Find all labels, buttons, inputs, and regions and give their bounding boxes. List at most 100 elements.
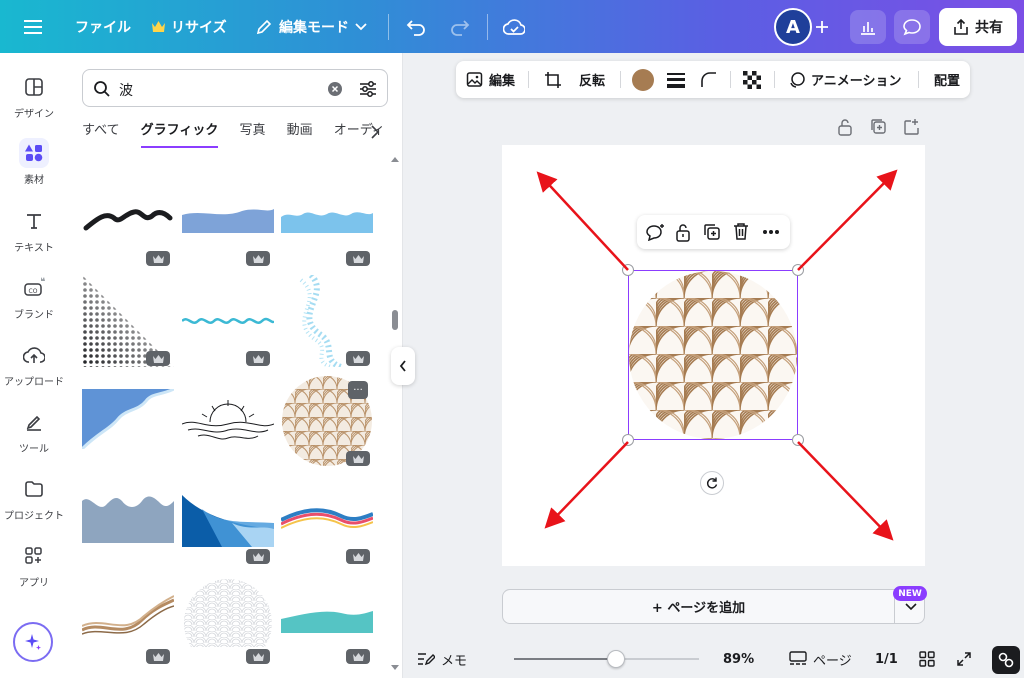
comments-button[interactable] [894,10,930,44]
edit-label: 編集 [489,74,516,89]
redo-button[interactable] [450,0,470,53]
rail-item-brand[interactable]: CO ブランド [0,274,68,321]
rail-item-apps[interactable]: アプリ [0,542,68,589]
link-icon [998,652,1014,668]
share-button[interactable]: 共有 [939,8,1017,46]
graphic-diagonal-blue-wave[interactable] [82,389,174,449]
pages-view-button[interactable]: ページ [789,640,852,678]
graphic-seigaiha-circle[interactable] [182,577,274,647]
elements-icon [25,144,43,162]
fullscreen-button[interactable] [956,640,972,678]
zoom-percent[interactable]: 89% [723,640,754,678]
cloud-save-button[interactable] [503,0,525,53]
bar-chart-icon [861,22,875,35]
animate-button[interactable]: アニメーション [788,61,901,98]
position-button[interactable]: 配置 [934,61,960,98]
file-menu[interactable]: ファイル [75,0,131,53]
avatar[interactable]: A [774,8,812,46]
crown-icon [252,552,264,561]
edit-mode-dropdown[interactable]: 編集モード [255,0,367,53]
tab-photos[interactable]: 写真 [240,119,266,146]
pages-label: ページ [813,653,852,669]
clear-icon[interactable] [327,81,343,97]
crop-icon [545,71,561,88]
graphic-layered-blue-wave[interactable] [182,495,274,547]
rail-item-projects[interactable]: プロジェクト [0,475,68,522]
help-button[interactable] [992,646,1020,674]
filter-icon[interactable] [358,79,378,99]
graphic-colorful-wave-ribbon[interactable] [281,500,373,536]
tab-all[interactable]: すべて [82,119,120,146]
arrow-bottom-left [544,441,629,529]
magic-assistant-button[interactable] [13,622,53,662]
panel-scrollbar[interactable] [392,310,398,330]
add-page-icon[interactable] [903,118,919,136]
search-box[interactable]: 波 [82,69,388,107]
arrow-bottom-right [797,441,894,541]
search-icon [94,81,110,97]
duplicate-page-icon[interactable] [870,118,886,136]
divider [918,71,919,88]
resize-button[interactable]: リサイズ [152,0,227,53]
graphic-blue-wave-band[interactable] [182,205,274,235]
scroll-up-icon[interactable] [390,155,400,163]
rail-item-elements[interactable]: 素材 [0,138,68,186]
menu-button[interactable] [24,0,42,53]
insights-button[interactable] [850,10,886,44]
undo-button[interactable] [406,0,426,53]
more-options-icon[interactable]: ··· [348,381,368,399]
graphic-water-wave[interactable] [281,205,373,235]
rail-label: プロジェクト [4,511,64,522]
tab-videos[interactable]: 動画 [287,119,313,146]
graphic-scallop-wave[interactable] [82,495,174,543]
chevron-left-icon [399,360,406,372]
rail-label: ブランド [14,310,54,321]
redo-icon [451,19,470,36]
scroll-down-icon[interactable] [390,664,400,672]
resize-label: リサイズ [171,19,227,36]
rail-item-design[interactable]: デザイン [0,73,68,120]
graphic-teal-wave-band[interactable] [281,605,373,635]
grid-view-button[interactable] [919,640,935,678]
transparency-button[interactable] [743,61,761,98]
pencil-icon [256,19,272,34]
search-input[interactable]: 波 [119,80,133,100]
corner-rounding-button[interactable] [700,61,718,98]
add-page-button[interactable]: + ページを追加 [503,590,894,623]
crown-icon [352,454,364,463]
collapse-panel-button[interactable] [391,347,415,385]
graphic-brush-wave[interactable] [82,198,174,238]
graphic-sunrise-sea-line[interactable] [182,398,274,446]
grid-icon [919,651,935,667]
premium-badge [146,649,170,664]
rail-item-upload[interactable]: アップロード [0,341,68,388]
add-collaborator-button[interactable] [814,0,830,53]
notes-button[interactable]: メモ [417,640,467,678]
premium-badge [246,351,270,366]
lock-icon[interactable] [837,118,853,136]
category-tabs: すべて グラフィック 写真 動画 オーディ [82,119,392,151]
tabs-next-chevron-icon[interactable] [370,125,380,139]
flip-button[interactable]: 反転 [579,61,605,98]
image-edit-icon [466,71,483,87]
edit-image-button[interactable]: 編集 [466,61,515,98]
graphic-thin-wave-line[interactable] [182,305,274,335]
chevron-down-icon[interactable] [905,603,917,611]
crown-icon [352,354,364,363]
color-swatch-button[interactable] [632,61,654,98]
crop-button[interactable] [544,61,562,98]
premium-badge [246,549,270,564]
apps-icon [25,547,42,564]
graphic-gold-silk-wave[interactable] [82,590,174,640]
premium-badge [346,351,370,366]
rail-item-text[interactable]: テキスト [0,207,68,254]
rail-item-draw[interactable]: ツール [0,408,68,455]
zoom-slider-knob[interactable] [606,650,625,668]
undo-icon [406,19,425,36]
tab-graphics[interactable]: グラフィック [140,119,219,148]
animation-label: アニメーション [811,74,902,89]
animation-icon [790,71,805,88]
border-style-button[interactable] [667,61,685,98]
notes-icon [418,653,435,666]
arrow-top-left [536,171,629,271]
